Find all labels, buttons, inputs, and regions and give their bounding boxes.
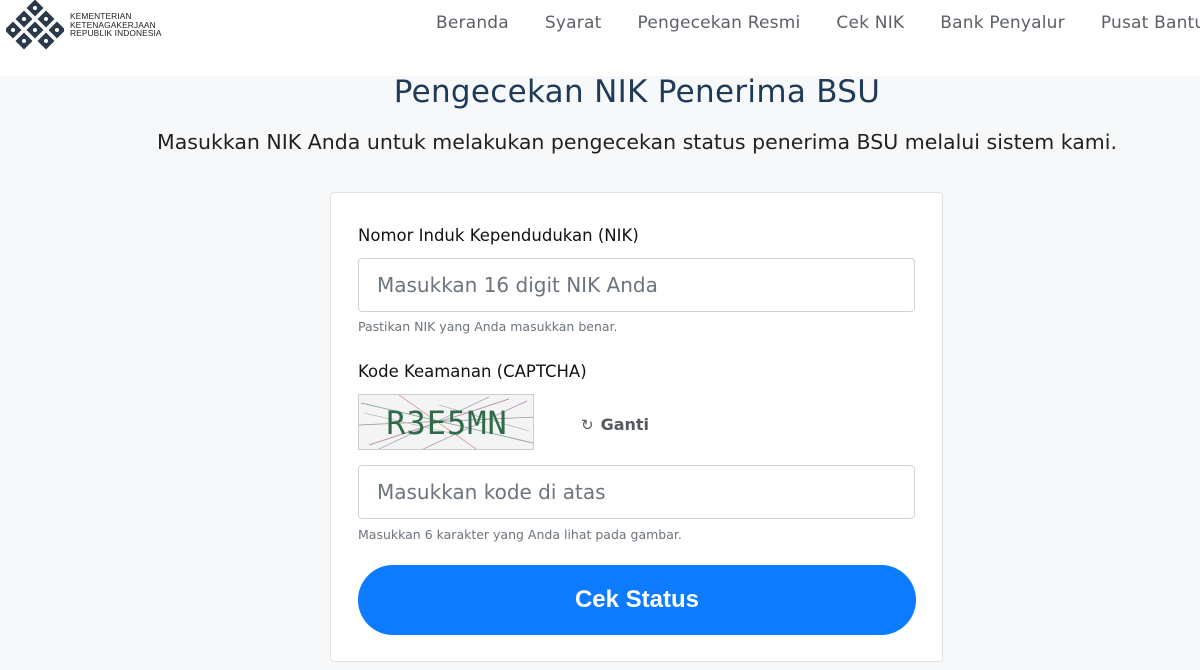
nik-check-form: Nomor Induk Kependudukan (NIK) Pastikan …	[330, 192, 943, 662]
refresh-captcha-button[interactable]: ↻ Ganti	[581, 415, 649, 434]
kemnaker-logo-icon	[6, 0, 64, 50]
nav-item-cek-nik[interactable]: Cek NIK	[836, 13, 904, 33]
ministry-logo[interactable]: KEMENTERIAN KETENAGAKERJAAN REPUBLIK IND…	[6, 0, 162, 52]
captcha-image: R3E5MN	[358, 394, 534, 450]
captcha-code: R3E5MN	[386, 404, 508, 442]
main-nav: Beranda Syarat Pengecekan Resmi Cek NIK …	[436, 13, 1200, 33]
refresh-icon: ↻	[581, 415, 594, 434]
nav-item-syarat[interactable]: Syarat	[545, 13, 602, 33]
nik-help-text: Pastikan NIK yang Anda masukkan benar.	[358, 319, 618, 334]
captcha-input[interactable]	[358, 465, 915, 519]
captcha-help-text: Masukkan 6 karakter yang Anda lihat pada…	[358, 527, 682, 542]
page-subtitle: Masukkan NIK Anda untuk melakukan pengec…	[157, 130, 1117, 154]
captcha-label: Kode Keamanan (CAPTCHA)	[358, 362, 587, 381]
ministry-name-line-3: REPUBLIK INDONESIA	[70, 28, 162, 39]
site-header: KEMENTERIAN KETENAGAKERJAAN REPUBLIK IND…	[0, 0, 1200, 76]
ministry-name: KEMENTERIAN KETENAGAKERJAAN REPUBLIK IND…	[70, 12, 162, 38]
nik-input[interactable]	[358, 258, 915, 312]
page-title: Pengecekan NIK Penerima BSU	[393, 74, 881, 110]
nik-label: Nomor Induk Kependudukan (NIK)	[358, 226, 639, 245]
refresh-captcha-label: Ganti	[600, 415, 650, 434]
nav-item-pusat-bantuan[interactable]: Pusat Bantuan	[1101, 13, 1200, 33]
nav-item-beranda[interactable]: Beranda	[436, 13, 509, 33]
nav-item-bank-penyalur[interactable]: Bank Penyalur	[940, 13, 1065, 33]
nav-item-pengecekan-resmi[interactable]: Pengecekan Resmi	[637, 13, 800, 33]
check-status-button[interactable]: Cek Status	[358, 565, 916, 635]
